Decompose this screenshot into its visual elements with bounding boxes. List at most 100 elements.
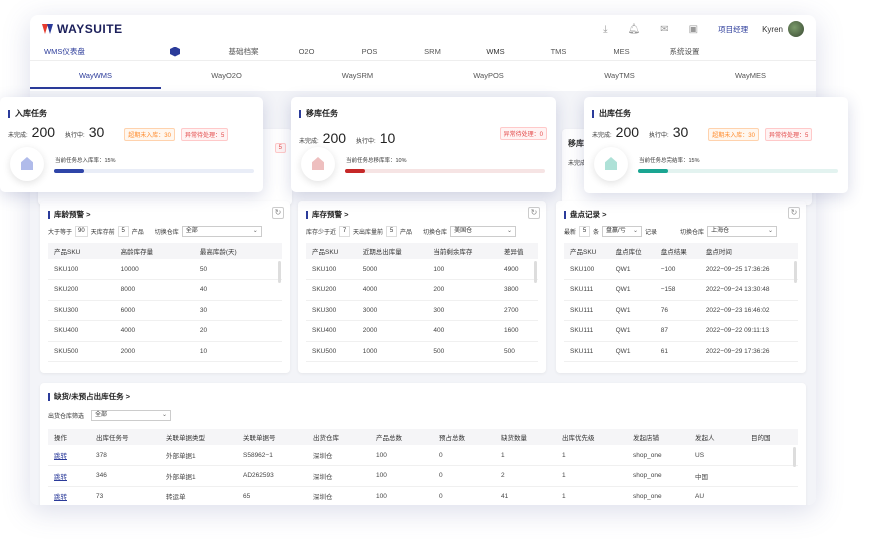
stock-table: 产品SKU 近期总出库量 当前剩余库存 差异值 SKU100 5000 100 490…: [306, 243, 538, 362]
running-count: 10: [379, 130, 396, 146]
cell: SKU100: [48, 259, 115, 280]
col-header: 目的国: [745, 429, 798, 445]
tab-waywms[interactable]: WayWMS: [30, 67, 161, 89]
top-n-input[interactable]: 5: [579, 226, 591, 237]
jump-link[interactable]: 跳转: [54, 494, 67, 501]
top-n-input[interactable]: 5: [386, 226, 398, 237]
filter-label: 天库存前: [90, 230, 115, 236]
cell: 4900: [497, 259, 538, 280]
cell: QW1: [609, 320, 655, 342]
overdue-tag[interactable]: 超期未入库：30: [708, 128, 759, 141]
cell: SKU100: [306, 259, 357, 280]
cell: 深圳仓: [307, 445, 370, 466]
menu-item-wms[interactable]: WMS: [464, 47, 527, 56]
user-menu[interactable]: Kyren: [762, 21, 804, 37]
stock-warning-title[interactable]: 库存预警 >: [306, 209, 538, 220]
cell: 20: [193, 320, 282, 342]
menu-item-o2o[interactable]: O2O: [275, 47, 338, 56]
cell: 87: [654, 320, 700, 342]
cell: 转运单: [160, 486, 237, 505]
menu-item-pos[interactable]: POS: [338, 47, 401, 56]
user-name: Kyren: [762, 24, 783, 34]
cell: SKU500: [48, 341, 115, 362]
days-input[interactable]: 90: [75, 226, 88, 237]
sub-tabs: WayWMS WayO2O WaySRM WayPOS WayTMS WayME…: [30, 67, 816, 89]
scrollbar[interactable]: [793, 447, 796, 467]
cell: QW1: [609, 259, 655, 280]
days-input[interactable]: 7: [339, 226, 351, 237]
col-header: 出货仓库: [307, 429, 370, 445]
menu-item-mes[interactable]: MES: [590, 47, 653, 56]
transfer-task-card[interactable]: 移库任务 未完成: 200 执行中: 10 异常待处理：0 当前任务总移库率：10%: [291, 97, 556, 192]
menu-item-settings[interactable]: 系统设置: [653, 46, 716, 57]
result-type-select[interactable]: 盘赢/亏 ⌄: [602, 226, 643, 237]
cell: 30: [193, 300, 282, 321]
undone-count: 200: [31, 124, 56, 140]
warehouse-select[interactable]: 全部 ⌄: [91, 410, 172, 421]
exception-tag[interactable]: 异常待处理：0: [499, 127, 547, 140]
refresh-icon[interactable]: ↻: [788, 207, 800, 219]
download-icon[interactable]: ⤓: [603, 24, 607, 35]
refresh-icon[interactable]: ↻: [272, 207, 284, 219]
inbound-task-card[interactable]: 入库任务 未完成: 200 执行中: 30 超期未入库：30 异常待处理：5 当前任…: [0, 97, 263, 192]
scrollbar[interactable]: [794, 261, 797, 283]
scrollbar[interactable]: [534, 261, 537, 283]
jump-link[interactable]: 跳转: [54, 453, 67, 460]
scrollbar[interactable]: [278, 261, 281, 283]
cell: 3000: [356, 300, 428, 321]
cell: SKU100: [564, 259, 610, 280]
tab-waytms[interactable]: WayTMS: [554, 67, 685, 89]
inventory-count-title[interactable]: 盘点记录 >: [564, 209, 798, 220]
cell: SKU500: [306, 341, 357, 362]
exception-tag[interactable]: 异常待处理：5: [180, 128, 229, 141]
outbound-task-card[interactable]: 出库任务 未完成: 200 执行中: 30 超期未入库：30 异常待处理：5 当前任…: [584, 97, 848, 193]
running-count: 30: [88, 124, 105, 140]
cube-home-icon[interactable]: [170, 46, 180, 57]
bell-icon[interactable]: 🔔︎: [628, 24, 641, 35]
table-row: SKU200 4000 200 3800: [306, 279, 538, 301]
cell: 3800: [497, 279, 538, 301]
top-bar: WAYSUITE ⤓ 🔔︎ ✉ ▣ 项目经理 Kyren: [30, 15, 816, 43]
cell: 76: [654, 300, 700, 321]
cell: 500: [497, 341, 538, 362]
overdue-tag[interactable]: 超期未入库：30: [124, 128, 175, 141]
cell: AD262593: [237, 465, 307, 487]
cell: 1: [556, 486, 627, 505]
top-n-input[interactable]: 5: [117, 226, 129, 237]
document-icon[interactable]: ▣: [689, 24, 698, 35]
menu-item-srm[interactable]: SRM: [401, 47, 464, 56]
table-row: SKU500 1000 500 500: [306, 341, 538, 362]
chevron-down-icon: ⌄: [252, 228, 258, 234]
cell: 2000: [114, 341, 194, 362]
shortage-title[interactable]: 缺货/未预占出库任务 >: [48, 391, 798, 402]
mail-icon[interactable]: ✉: [660, 24, 668, 35]
warehouse-select[interactable]: 美国仓 ⌄: [450, 226, 517, 237]
tab-waymes[interactable]: WayMES: [685, 67, 816, 89]
cell: 1000: [356, 341, 428, 362]
exception-tag[interactable]: 异常待处理：5: [764, 128, 813, 141]
tab-wayo2o[interactable]: WayO2O: [161, 67, 292, 89]
age-table: 产品SKU 高龄库存量 最高库龄(天) SKU100 10000 50 SKU200…: [48, 243, 282, 362]
transfer-progress-bar: [345, 169, 545, 173]
refresh-icon[interactable]: ↻: [528, 207, 540, 219]
tab-waypos[interactable]: WayPOS: [423, 67, 554, 89]
waysuite-logo[interactable]: WAYSUITE: [42, 22, 123, 36]
progress-fill: [54, 169, 84, 173]
warehouse-select[interactable]: 全部 ⌄: [181, 226, 262, 237]
warehouse-select[interactable]: 上海仓 ⌄: [707, 226, 778, 237]
jump-link[interactable]: 跳转: [54, 474, 67, 481]
cell: shop_one: [627, 486, 689, 505]
cell: 5000: [356, 259, 428, 280]
age-warning-title[interactable]: 库龄预警 >: [48, 209, 282, 220]
shortage-table: 操作 出库任务号 关联单据类型 关联单据号 出货仓库 产品总数 预占总数 缺货数…: [48, 429, 798, 505]
project-manager-link[interactable]: 项目经理: [718, 24, 748, 35]
table-row: SKU400 4000 20: [48, 320, 282, 342]
dashboard-title: WMS仪表盘: [44, 47, 85, 56]
menu-item-basic-files[interactable]: 基础档案: [212, 46, 275, 57]
table-row: SKU400 2000 400 1600: [306, 320, 538, 342]
cell: 深圳仓: [307, 486, 370, 505]
menu-item-tms[interactable]: TMS: [527, 47, 590, 56]
cell: SKU200: [48, 279, 115, 301]
cell: SKU111: [564, 279, 610, 301]
tab-waysrm[interactable]: WaySRM: [292, 67, 423, 89]
